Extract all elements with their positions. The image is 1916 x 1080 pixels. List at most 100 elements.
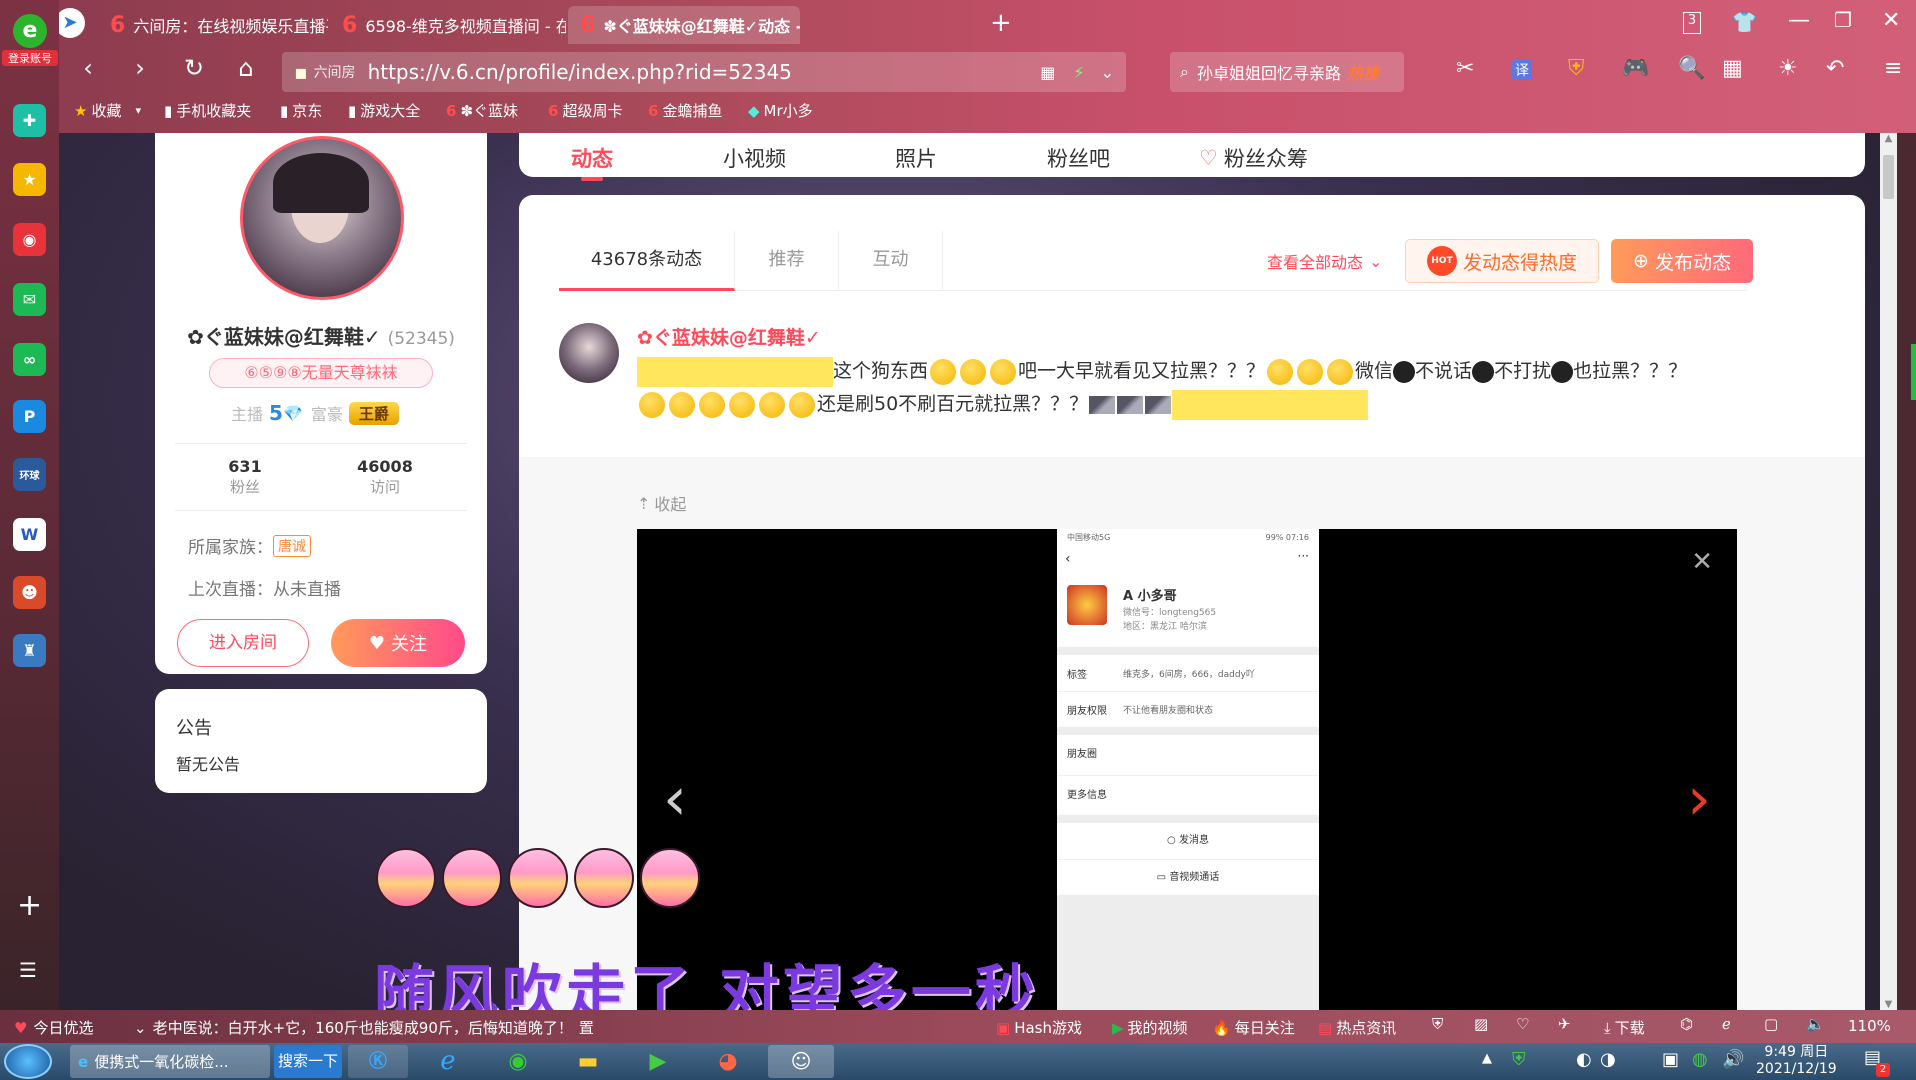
- tray-qq-icon[interactable]: ◐: [1576, 1049, 1592, 1070]
- grid-icon[interactable]: ▦: [1722, 56, 1743, 81]
- back-button[interactable]: ‹: [70, 54, 106, 82]
- side-panel-handle[interactable]: [1911, 344, 1916, 400]
- view-all-dropdown[interactable]: 查看全部动态 ⌄: [1267, 249, 1382, 273]
- brightness-icon[interactable]: ☀: [1778, 56, 1798, 81]
- tray-shield-icon[interactable]: ⛨: [1512, 1049, 1526, 1070]
- viewer-close-icon[interactable]: ✕: [1691, 547, 1713, 577]
- tab-crowdfund[interactable]: ♡ 粉丝众筹: [1199, 143, 1308, 173]
- zoom-level[interactable]: 110%: [1848, 1017, 1891, 1035]
- bookmark-jd[interactable]: ▮ 京东: [280, 100, 322, 121]
- magnifier-icon[interactable]: 🔍: [1678, 56, 1705, 81]
- enter-room-button[interactable]: 进入房间: [177, 619, 309, 667]
- close-window-button[interactable]: ✕: [1882, 8, 1900, 33]
- login-area[interactable]: e 登录账号: [2, 14, 58, 66]
- publish-button[interactable]: ⊕ 发布动态: [1611, 239, 1753, 283]
- bookmark-mrxiaoduo[interactable]: ◆ Mr小多: [748, 100, 813, 121]
- image-status-icon[interactable]: ▨: [1474, 1015, 1488, 1033]
- document-icon[interactable]: W: [13, 518, 46, 551]
- window-icon[interactable]: ▢: [1764, 1015, 1778, 1033]
- visits-stat[interactable]: 46008 访问: [335, 457, 435, 497]
- network-icon[interactable]: ⌬: [1680, 1015, 1693, 1033]
- tab-fan-bar[interactable]: 粉丝吧: [1047, 143, 1110, 173]
- follow-button[interactable]: ♥ 关注: [331, 619, 465, 667]
- address-bar[interactable]: ▪ 六间房 https://v.6.cn/profile/index.php?r…: [282, 52, 1126, 92]
- taskbar-k-icon[interactable]: Ⓚ: [348, 1045, 408, 1078]
- rocket-icon[interactable]: ✈: [1558, 1015, 1571, 1033]
- download-button[interactable]: ⤓ 下载: [1604, 1017, 1645, 1038]
- bookmark-profile[interactable]: 6 ✽ぐ蓝妹: [446, 100, 518, 121]
- sidebar-menu-icon[interactable]: ☰: [19, 958, 37, 982]
- daily-follow[interactable]: 🔥 每日关注: [1212, 1017, 1295, 1038]
- clock[interactable]: 9:49 周日 2021/12/19: [1756, 1044, 1837, 1078]
- shirt-icon[interactable]: 👕: [1732, 10, 1757, 34]
- start-button[interactable]: [4, 1044, 52, 1079]
- scroll-thumb[interactable]: [1883, 155, 1894, 199]
- home-button[interactable]: ⌂: [228, 54, 264, 82]
- tab-1[interactable]: 6 六间房：在线视频娱乐直播平: [98, 6, 328, 44]
- bolt-icon[interactable]: ⚡: [1073, 63, 1084, 82]
- taskbar-avatar-icon[interactable]: ☺: [768, 1045, 834, 1078]
- volume-icon[interactable]: 🔈: [1806, 1015, 1825, 1033]
- game-character-icon[interactable]: ☻: [13, 576, 46, 609]
- my-video[interactable]: ▶ 我的视频: [1112, 1017, 1188, 1038]
- pp-icon[interactable]: P: [13, 400, 46, 433]
- taskbar-player-icon[interactable]: ▶: [628, 1045, 688, 1078]
- hash-games[interactable]: ▣ Hash游戏: [996, 1017, 1082, 1038]
- tray-volume-icon[interactable]: 🔊: [1722, 1049, 1744, 1070]
- hot-info[interactable]: ▤ 热点资讯: [1318, 1017, 1396, 1038]
- taskbar-browser-icon[interactable]: ◉: [488, 1045, 548, 1078]
- login-label[interactable]: 登录账号: [2, 50, 58, 66]
- shield-status-icon[interactable]: ⛨: [1432, 1015, 1443, 1033]
- daily-picks[interactable]: ♥ 今日优选: [14, 1017, 93, 1038]
- forward-button[interactable]: ›: [122, 54, 158, 82]
- shield-plugin-icon[interactable]: ⛨: [1568, 56, 1585, 81]
- qr-icon[interactable]: ▦: [1040, 63, 1055, 82]
- avatar[interactable]: [240, 136, 404, 300]
- bookmark-fishing[interactable]: 6 金蟾捕鱼: [648, 100, 722, 121]
- tab-short-video[interactable]: 小视频: [723, 143, 786, 173]
- castle-game-icon[interactable]: ♜: [13, 634, 46, 667]
- fans-stat[interactable]: 631 粉丝: [195, 457, 295, 497]
- collapse-link[interactable]: ⇡ 收起: [637, 491, 686, 515]
- hot-post-button[interactable]: HOT 发动态得热度: [1405, 239, 1599, 283]
- ie-icon[interactable]: ℯ: [1722, 1015, 1731, 1033]
- refresh-button[interactable]: ↻: [176, 54, 212, 82]
- tray-arrow-icon[interactable]: ▲: [1482, 1051, 1492, 1066]
- scroll-up-arrow[interactable]: ▲: [1880, 133, 1897, 144]
- page-scrollbar[interactable]: ▲ ▼: [1880, 133, 1897, 1010]
- taskbar-item-browser[interactable]: e 便携式一氧化碳检...: [70, 1045, 270, 1078]
- translate-icon[interactable]: 译: [1512, 60, 1532, 80]
- weibo-icon[interactable]: ◉: [13, 223, 46, 256]
- menu-icon[interactable]: ≡: [1884, 56, 1902, 81]
- news-ticker[interactable]: ⌄ 老中医说：白开水+它，160斤也能瘦成90斤，后悔知道晚了！ 置: [134, 1017, 594, 1038]
- plus-cross-icon[interactable]: ✚: [13, 104, 46, 137]
- url-text[interactable]: https://v.6.cn/profile/index.php?rid=523…: [368, 60, 792, 84]
- bookmark-favorites[interactable]: ★ 收藏 ▾: [74, 100, 141, 121]
- new-tab-button[interactable]: +: [990, 8, 1012, 38]
- subtab-interact[interactable]: 互动: [839, 231, 943, 289]
- tab-3-active[interactable]: 6✽ぐ蓝妹妹@红舞鞋✓动态 - 在✕: [568, 6, 800, 44]
- tray-wechat-icon[interactable]: ◍: [1692, 1049, 1708, 1070]
- tray-qq2-icon[interactable]: ◑: [1600, 1049, 1616, 1070]
- game-icon[interactable]: 🎮: [1622, 56, 1649, 81]
- tab-count-badge[interactable]: 3: [1683, 12, 1701, 34]
- taskbar-ie-icon[interactable]: ℯ: [418, 1045, 478, 1078]
- search-button[interactable]: 搜索一下: [274, 1045, 342, 1078]
- minimize-button[interactable]: —: [1788, 8, 1810, 33]
- tab-2[interactable]: 6 6598-维克多视频直播间 - 在线: [330, 6, 566, 44]
- scissors-icon[interactable]: ✂: [1456, 56, 1474, 81]
- post-avatar[interactable]: [559, 323, 619, 383]
- scroll-down-arrow[interactable]: ▼: [1880, 999, 1897, 1010]
- taskbar-chrome-icon[interactable]: ◕: [698, 1045, 758, 1078]
- maximize-button[interactable]: ❐: [1834, 8, 1852, 32]
- chevron-down-icon[interactable]: ⌄: [1101, 63, 1114, 82]
- favorites-star-icon[interactable]: ★: [13, 163, 46, 196]
- bookmark-weekcard[interactable]: 6 超级周卡: [548, 100, 622, 121]
- mail-icon[interactable]: ✉: [13, 283, 46, 316]
- tray-network-icon[interactable]: ▣: [1662, 1049, 1679, 1070]
- tab-photos[interactable]: 照片: [895, 143, 937, 173]
- post-author[interactable]: ✿ぐ蓝妹妹@红舞鞋✓: [637, 323, 821, 350]
- undo-icon[interactable]: ↶: [1826, 56, 1844, 81]
- next-arrow-icon[interactable]: ›: [1687, 769, 1711, 829]
- link-icon[interactable]: ∞: [13, 343, 46, 376]
